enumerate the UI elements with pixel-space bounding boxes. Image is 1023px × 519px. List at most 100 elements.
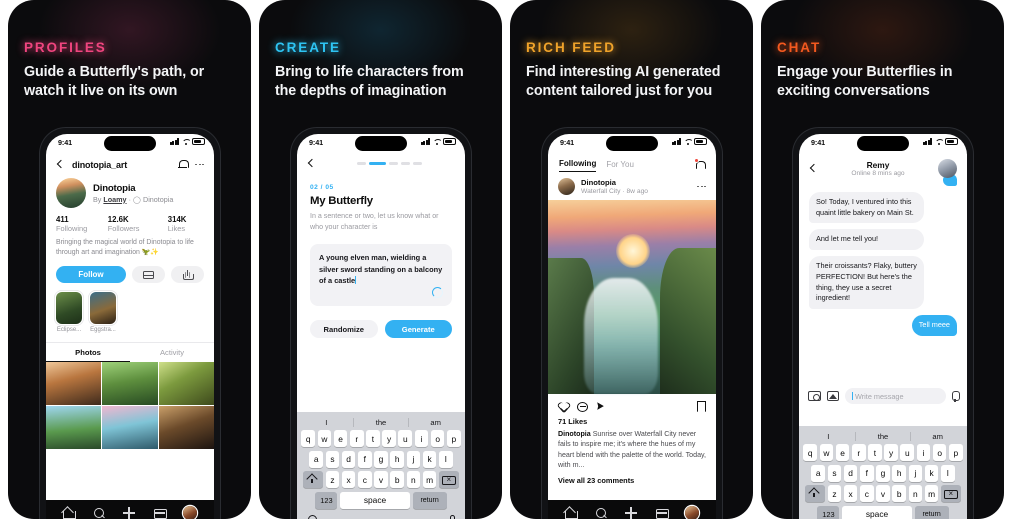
delete-icon[interactable] <box>438 471 459 489</box>
key-s[interactable]: s <box>325 450 340 468</box>
key-p[interactable]: p <box>447 430 461 448</box>
search-icon[interactable] <box>595 507 607 519</box>
key-k[interactable]: k <box>924 464 939 482</box>
numbers-key[interactable]: 123 <box>817 505 840 519</box>
contact-avatar[interactable] <box>938 159 957 178</box>
prediction-word[interactable]: I <box>802 432 856 441</box>
prediction-word[interactable]: am <box>407 418 463 428</box>
prediction-word[interactable]: I <box>300 418 354 427</box>
key-y[interactable]: y <box>884 444 898 462</box>
grid-photo[interactable] <box>46 406 102 450</box>
bookmark-icon[interactable] <box>697 401 706 412</box>
shift-icon[interactable] <box>303 471 324 489</box>
inbox-icon[interactable] <box>655 507 669 519</box>
stat-followers[interactable]: 12.6K Followers <box>108 215 160 233</box>
key-d[interactable]: d <box>843 464 858 482</box>
key-v[interactable]: v <box>374 471 388 489</box>
generate-button[interactable]: Generate <box>384 320 452 339</box>
key-s[interactable]: s <box>827 464 842 482</box>
emoji-icon[interactable] <box>307 514 317 519</box>
key-g[interactable]: g <box>374 450 388 468</box>
key-c[interactable]: c <box>358 471 372 489</box>
more-icon[interactable] <box>697 185 706 188</box>
message-input[interactable]: Write message <box>845 388 946 404</box>
key-n[interactable]: n <box>908 485 923 503</box>
randomize-button[interactable]: Randomize <box>310 320 378 339</box>
stat-likes[interactable]: 314K Likes <box>168 215 204 233</box>
space-key[interactable]: space <box>340 491 410 509</box>
bell-icon[interactable] <box>177 159 189 170</box>
key-v[interactable]: v <box>876 485 890 503</box>
tab-activity[interactable]: Activity <box>130 343 214 362</box>
tab-following[interactable]: Following <box>559 159 597 172</box>
home-icon[interactable] <box>565 507 578 519</box>
return-key[interactable]: return <box>914 505 949 519</box>
key-j[interactable]: j <box>406 450 421 468</box>
key-t[interactable]: t <box>366 430 380 448</box>
key-h[interactable]: h <box>390 450 404 468</box>
key-p[interactable]: p <box>949 444 963 462</box>
caption-author[interactable]: Dinotopia <box>558 430 591 438</box>
key-k[interactable]: k <box>422 450 437 468</box>
comment-icon[interactable] <box>577 401 588 412</box>
stat-following[interactable]: 411 Following <box>56 215 100 233</box>
key-c[interactable]: c <box>860 485 874 503</box>
space-key[interactable]: space <box>842 505 912 519</box>
inbox-icon[interactable] <box>153 507 167 519</box>
key-u[interactable]: u <box>900 444 915 462</box>
profile-avatar[interactable] <box>183 506 197 519</box>
camera-icon[interactable] <box>808 391 821 401</box>
prompt-input[interactable]: A young elven man, wielding a silver swo… <box>310 244 452 307</box>
delete-icon[interactable] <box>940 485 961 503</box>
key-b[interactable]: b <box>892 485 906 503</box>
profile-avatar[interactable] <box>685 506 699 519</box>
key-y[interactable]: y <box>382 430 396 448</box>
tab-for-you[interactable]: For You <box>606 160 634 172</box>
plus-icon[interactable] <box>123 507 135 519</box>
key-h[interactable]: h <box>892 464 906 482</box>
key-n[interactable]: n <box>406 471 421 489</box>
key-x[interactable]: x <box>843 485 858 503</box>
return-key[interactable]: return <box>412 491 447 509</box>
key-z[interactable]: z <box>827 485 842 503</box>
key-x[interactable]: x <box>341 471 356 489</box>
highlight-item[interactable]: Eggstra... <box>90 292 116 333</box>
home-icon[interactable] <box>63 507 76 519</box>
numbers-key[interactable]: 123 <box>315 491 338 509</box>
microphone-icon[interactable] <box>449 514 455 519</box>
more-icon[interactable] <box>195 163 204 166</box>
key-m[interactable]: m <box>422 471 437 489</box>
chevron-left-icon[interactable] <box>307 159 316 168</box>
key-o[interactable]: o <box>430 430 445 448</box>
key-i[interactable]: i <box>916 444 931 462</box>
search-icon[interactable] <box>93 507 105 519</box>
key-u[interactable]: u <box>398 430 413 448</box>
key-e[interactable]: e <box>333 430 348 448</box>
key-l[interactable]: l <box>940 464 955 482</box>
prediction-word[interactable]: the <box>353 418 408 428</box>
microphone-icon[interactable] <box>952 390 960 402</box>
post-image[interactable] <box>548 200 716 394</box>
chevron-left-icon[interactable] <box>56 160 65 169</box>
key-f[interactable]: f <box>358 450 372 468</box>
key-a[interactable]: a <box>811 464 826 482</box>
key-j[interactable]: j <box>908 464 923 482</box>
highlight-item[interactable]: Eclipse... <box>56 292 82 333</box>
message-button[interactable] <box>132 266 165 283</box>
follow-button[interactable]: Follow <box>56 266 126 283</box>
key-q[interactable]: q <box>803 444 817 462</box>
key-w[interactable]: w <box>317 430 332 448</box>
key-o[interactable]: o <box>932 444 947 462</box>
grid-photo[interactable] <box>158 406 214 450</box>
key-g[interactable]: g <box>876 464 890 482</box>
key-t[interactable]: t <box>868 444 882 462</box>
share-button[interactable] <box>171 266 204 283</box>
chevron-left-icon[interactable] <box>809 164 818 173</box>
key-a[interactable]: a <box>309 450 324 468</box>
key-w[interactable]: w <box>819 444 834 462</box>
photo-icon[interactable] <box>827 391 839 401</box>
key-q[interactable]: q <box>301 430 315 448</box>
prediction-word[interactable]: the <box>855 432 910 442</box>
key-d[interactable]: d <box>341 450 356 468</box>
send-icon[interactable] <box>596 401 607 412</box>
